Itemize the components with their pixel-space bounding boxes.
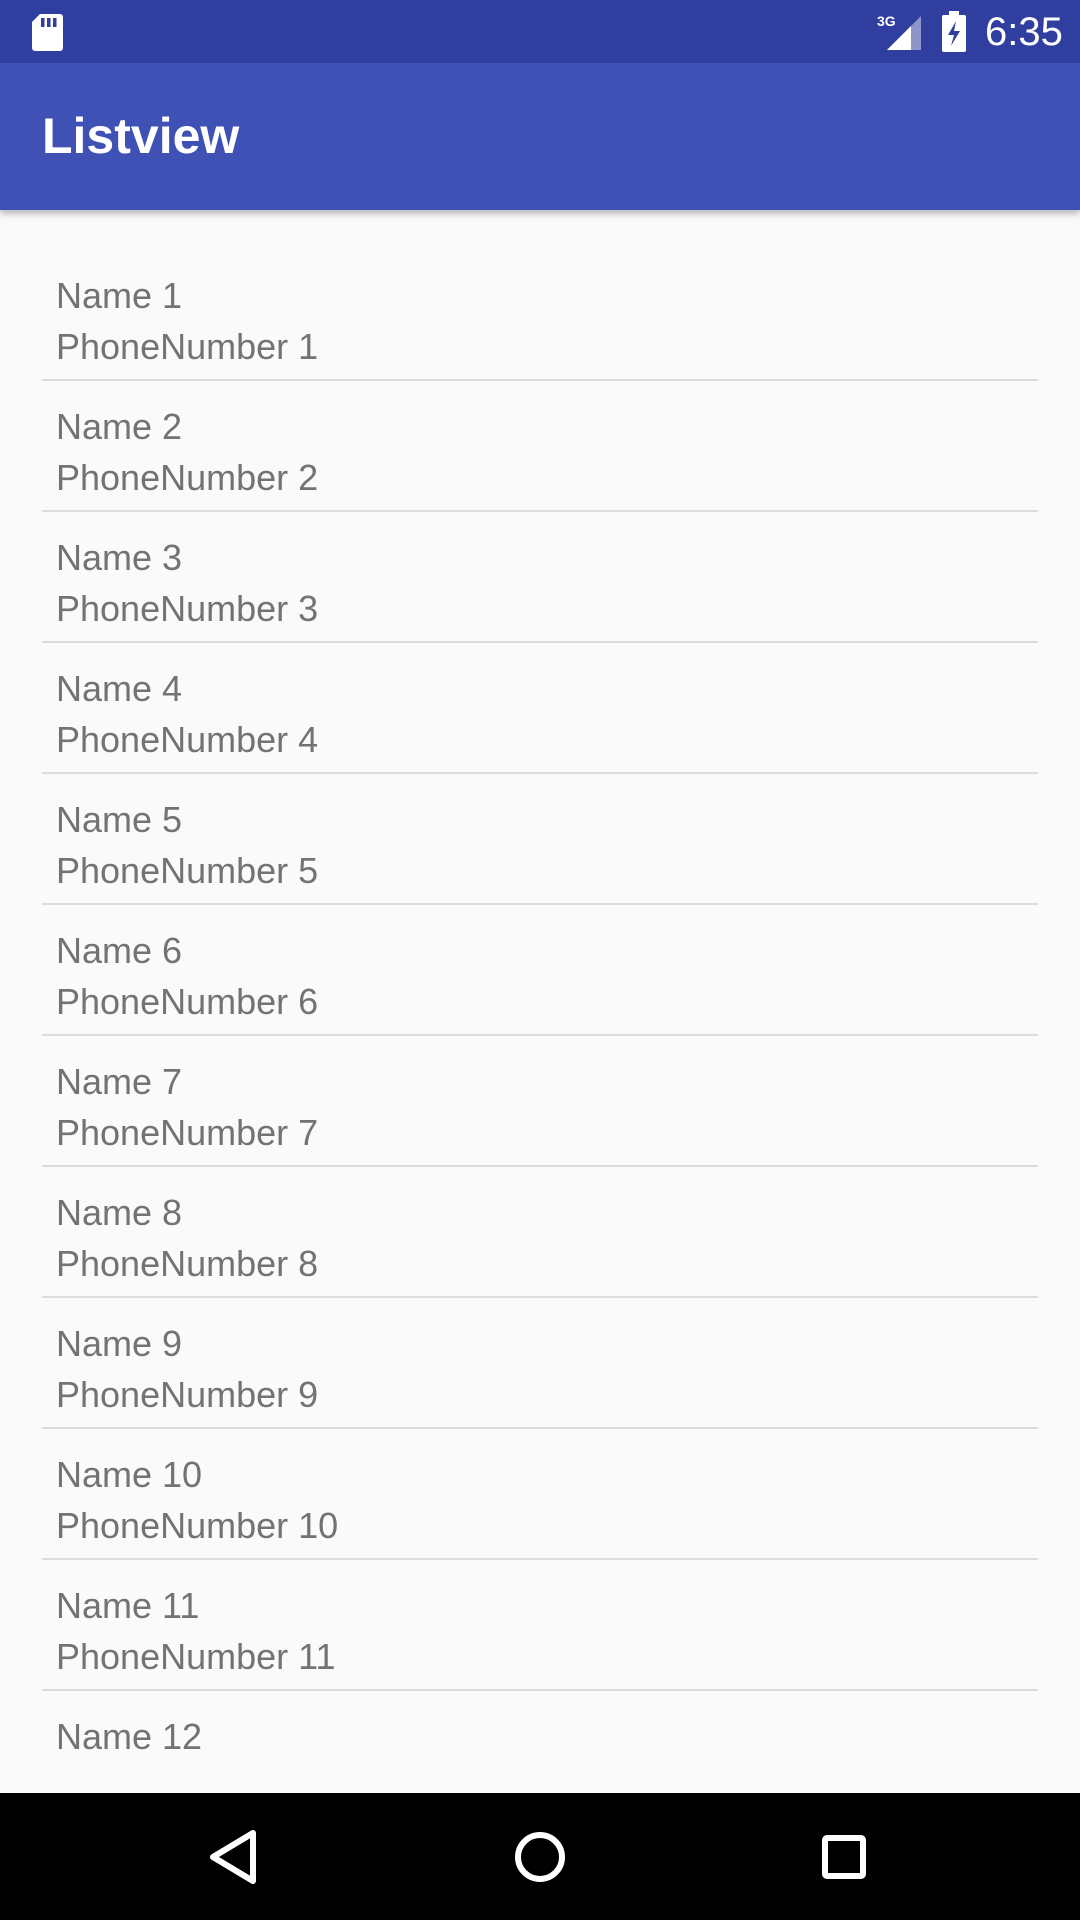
home-icon[interactable] [504,1821,576,1893]
navigation-bar [0,1793,1080,1920]
contact-phone: PhoneNumber 6 [56,981,319,1022]
recents-icon[interactable] [808,1821,880,1893]
list-item[interactable]: Name 5 PhoneNumber 5 [42,774,1038,905]
battery-charging-icon [942,11,966,52]
contact-name: Name 12 [56,1716,203,1757]
status-bar: 3G 6:35 [0,0,1080,63]
sd-card-icon [32,14,63,51]
list-item[interactable]: Name 8 PhoneNumber 8 [42,1167,1038,1298]
contact-name: Name 2 [56,406,183,447]
back-icon[interactable] [199,1821,271,1893]
contact-phone: PhoneNumber 5 [56,850,319,891]
list-item[interactable]: Name 7 PhoneNumber 7 [42,1036,1038,1167]
contact-phone: PhoneNumber 8 [56,1243,319,1284]
contact-phone: PhoneNumber 2 [56,457,319,498]
contact-phone: PhoneNumber 3 [56,588,319,629]
app-title: Listview [42,108,240,164]
contact-phone: PhoneNumber 10 [56,1505,339,1546]
list-item[interactable]: Name 10 PhoneNumber 10 [42,1429,1038,1560]
contact-name: Name 9 [56,1323,183,1364]
contact-name: Name 11 [56,1585,200,1626]
list-item[interactable]: Name 4 PhoneNumber 4 [42,643,1038,774]
contact-name: Name 1 [56,275,183,316]
list-item[interactable]: Name 9 PhoneNumber 9 [42,1298,1038,1429]
app-bar: Listview [0,63,1080,210]
list-item[interactable]: Name 2 PhoneNumber 2 [42,381,1038,512]
android-screen: 3G 6:35 Listview Name 1 PhoneNumber 1 Name… [0,0,1080,1920]
contact-phone: PhoneNumber 1 [56,326,319,367]
contact-phone: PhoneNumber 9 [56,1374,319,1415]
contact-list[interactable]: Name 1 PhoneNumber 1 Name 2 PhoneNumber 2 Na… [42,250,1038,1793]
list-item[interactable]: Name 3 PhoneNumber 3 [42,512,1038,643]
contact-name: Name 4 [56,668,183,709]
list-item[interactable]: Name 12 [42,1691,1038,1793]
list-item[interactable]: Name 6 PhoneNumber 6 [42,905,1038,1036]
contact-phone: PhoneNumber 4 [56,719,319,760]
list-item[interactable]: Name 11 PhoneNumber 11 [42,1560,1038,1691]
contact-name: Name 10 [56,1454,203,1495]
contact-phone: PhoneNumber 11 [56,1636,336,1677]
contact-phone: PhoneNumber 7 [56,1112,319,1153]
cell-signal-icon: 3G [877,13,921,50]
contact-name: Name 8 [56,1192,183,1233]
list-item[interactable]: Name 1 PhoneNumber 1 [42,250,1038,381]
status-time: 6:35 [985,10,1063,54]
contact-name: Name 5 [56,799,183,840]
contact-name: Name 6 [56,930,183,971]
contact-name: Name 7 [56,1061,183,1102]
contact-name: Name 3 [56,537,183,578]
network-type-label: 3G [877,13,896,29]
